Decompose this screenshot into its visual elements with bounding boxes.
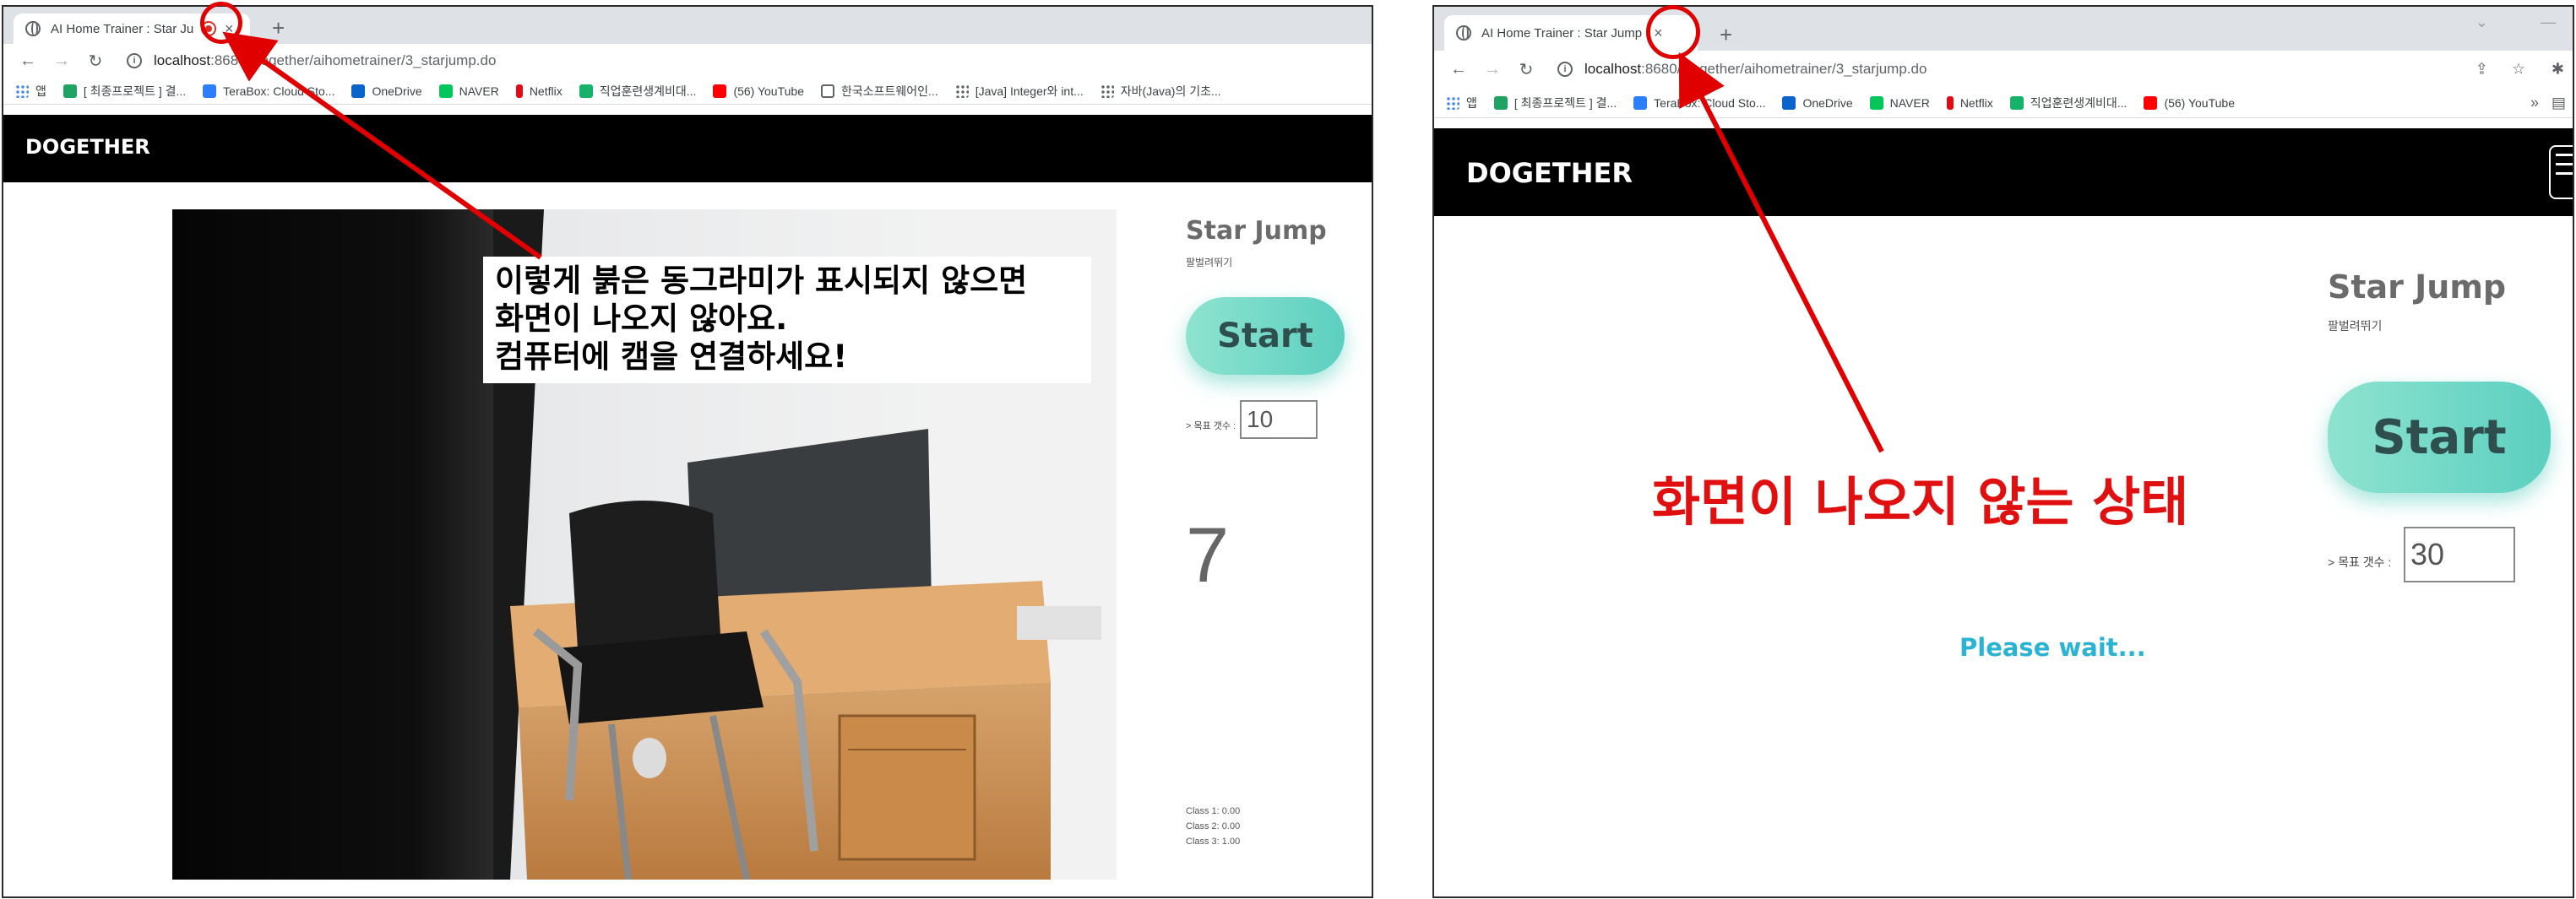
annotation-arrows: [222, 31, 1884, 453]
annotation-arrow-right: [1678, 51, 1884, 453]
annotation-arrow-left: [222, 31, 542, 260]
